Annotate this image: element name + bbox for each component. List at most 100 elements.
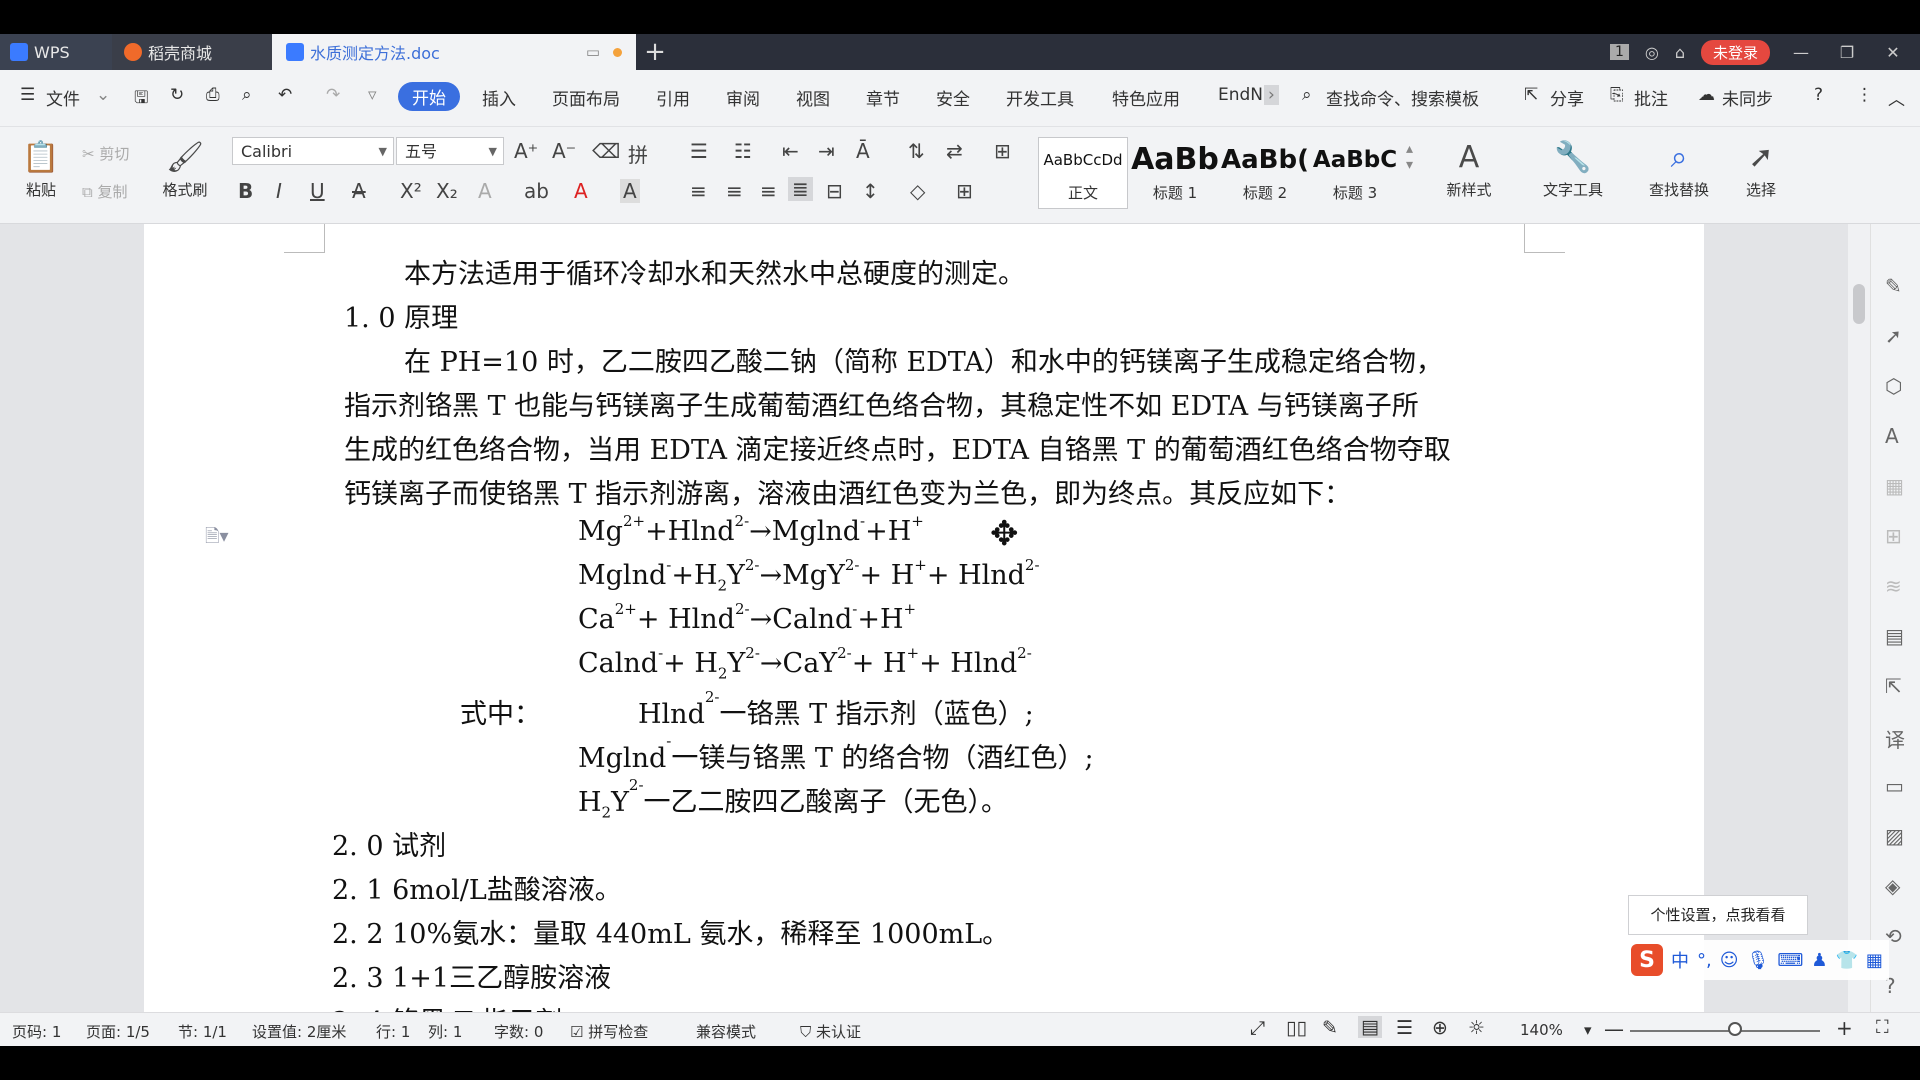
bullet-list-icon[interactable]: ☰ bbox=[690, 139, 708, 163]
image-icon[interactable]: ▨ bbox=[1885, 824, 1904, 848]
more-tabs-icon[interactable]: › bbox=[1264, 85, 1279, 105]
outline-view-icon[interactable]: ☰ bbox=[1396, 1017, 1413, 1039]
doc-tools-icon[interactable]: ▤ bbox=[1885, 624, 1904, 648]
style-normal[interactable]: AaBbCcDd 正文 bbox=[1038, 137, 1128, 209]
command-search[interactable]: 查找命令、搜索模板 bbox=[1326, 85, 1479, 110]
scroll-thumb[interactable] bbox=[1853, 284, 1865, 324]
numbered-list-icon[interactable]: ☷ bbox=[734, 139, 752, 163]
keyboard-icon[interactable]: ⌨ bbox=[1777, 950, 1803, 971]
eye-protect-icon[interactable]: ☼ bbox=[1468, 1017, 1485, 1039]
style-panel-icon[interactable]: A bbox=[1885, 424, 1899, 448]
web-view-icon[interactable]: ⊕ bbox=[1432, 1017, 1448, 1039]
microphone-icon[interactable]: 🎙 bbox=[1747, 950, 1770, 971]
sync-button[interactable]: 未同步 bbox=[1722, 85, 1773, 110]
menu-tab-endnote[interactable]: EndN bbox=[1218, 85, 1263, 105]
restore-icon[interactable]: ❐ bbox=[1832, 43, 1862, 62]
zoom-out-icon[interactable]: — bbox=[1604, 1017, 1624, 1041]
text-tools-button[interactable]: 🔧 文字工具 bbox=[1528, 137, 1618, 200]
styles-scroll-icon[interactable]: ▴ ▾ bbox=[1406, 141, 1413, 173]
text-effect-icon[interactable]: A bbox=[478, 179, 492, 203]
justify-icon[interactable]: ≣ bbox=[788, 177, 813, 201]
grid-icon[interactable]: ⊞ bbox=[1885, 524, 1902, 548]
copy-button[interactable]: ⧉ 复制 bbox=[82, 181, 128, 202]
subscript-icon[interactable]: X₂ bbox=[436, 179, 458, 203]
toolbox-icon[interactable]: ▦ bbox=[1866, 950, 1883, 971]
fit-page-icon[interactable]: ⛶ bbox=[1876, 1017, 1889, 1038]
undo-icon[interactable]: ↶ bbox=[278, 85, 292, 105]
strikethrough-icon[interactable]: A bbox=[352, 179, 366, 203]
increase-indent-icon[interactable]: ⇥ bbox=[818, 139, 835, 163]
line-break-icon[interactable]: ⇄ bbox=[946, 139, 963, 163]
menu-tab-view[interactable]: 视图 bbox=[796, 85, 830, 110]
menu-tab-security[interactable]: 安全 bbox=[936, 85, 970, 110]
skin-icon[interactable]: ◎ bbox=[1645, 43, 1659, 62]
decrease-indent-icon[interactable]: ⇤ bbox=[782, 139, 799, 163]
zoom-level[interactable]: 140% bbox=[1520, 1021, 1563, 1039]
menu-tab-review[interactable]: 审阅 bbox=[726, 85, 760, 110]
more-options-icon[interactable]: ⋮ bbox=[1856, 85, 1873, 105]
align-left-icon[interactable]: ≡ bbox=[690, 179, 707, 203]
fullscreen-icon[interactable]: ⤢ bbox=[1250, 1017, 1265, 1039]
reading-mode-icon[interactable]: ▯▯ bbox=[1286, 1017, 1307, 1039]
zoom-in-icon[interactable]: + bbox=[1836, 1016, 1853, 1040]
tab-document[interactable]: 水质测定方法.doc ▭ bbox=[272, 34, 636, 70]
pen-icon[interactable]: ✎ bbox=[1885, 274, 1902, 298]
table-icon[interactable]: ▦ bbox=[1885, 474, 1904, 498]
distribute-icon[interactable]: ⊟ bbox=[826, 179, 843, 203]
tab-wps[interactable]: WPS bbox=[0, 34, 118, 70]
punctuation-icon[interactable]: °, bbox=[1697, 950, 1712, 971]
paste-button[interactable]: 📋 粘贴 bbox=[6, 137, 76, 200]
superscript-icon[interactable]: X² bbox=[400, 179, 422, 203]
menu-tab-insert[interactable]: 插入 bbox=[482, 85, 516, 110]
skin-shirt-icon[interactable]: 👕 bbox=[1835, 950, 1857, 971]
status-page-code[interactable]: 页码: 1 bbox=[12, 1021, 61, 1042]
menu-file[interactable]: 文件 bbox=[46, 85, 80, 110]
find-replace-button[interactable]: ⌕ 查找替换 bbox=[1634, 137, 1724, 200]
user-icon[interactable]: ♟ bbox=[1811, 950, 1827, 971]
menu-tab-features[interactable]: 特色应用 bbox=[1112, 85, 1180, 110]
menu-tab-chapter[interactable]: 章节 bbox=[866, 85, 900, 110]
italic-icon[interactable]: I bbox=[276, 179, 282, 203]
export-icon[interactable]: ⇱ bbox=[1885, 674, 1902, 698]
print-icon[interactable]: ⎙ bbox=[206, 85, 220, 105]
spell-check-button[interactable]: ☑ 拼写检查 bbox=[570, 1021, 648, 1042]
sogou-logo-icon[interactable]: S bbox=[1631, 944, 1663, 976]
status-words[interactable]: 字数: 0 bbox=[494, 1021, 543, 1042]
underline-icon[interactable]: U bbox=[310, 179, 325, 203]
cut-button[interactable]: ✂ 剪切 bbox=[82, 143, 129, 164]
menu-tab-developer[interactable]: 开发工具 bbox=[1006, 85, 1074, 110]
emoji-icon[interactable]: ☺ bbox=[1720, 950, 1739, 971]
status-setting[interactable]: 设置值: 2厘米 bbox=[252, 1021, 346, 1042]
chevron-down-icon[interactable]: ⌄ bbox=[96, 85, 110, 105]
annotate-button[interactable]: 批注 bbox=[1634, 85, 1668, 110]
edit-mode-icon[interactable]: ✎ bbox=[1322, 1017, 1338, 1039]
tab-shop[interactable]: 稻壳商城 bbox=[112, 34, 274, 70]
text-direction-icon[interactable]: Ā bbox=[856, 139, 870, 163]
page-view-icon[interactable]: ▤ bbox=[1358, 1016, 1382, 1038]
redo-icon[interactable]: ↷ bbox=[326, 85, 340, 105]
print-preview-icon[interactable]: ⌕ bbox=[242, 85, 252, 105]
border-icon[interactable]: ⊞ bbox=[956, 179, 973, 203]
status-pages[interactable]: 页面: 1/5 bbox=[86, 1021, 150, 1042]
clear-format-icon[interactable]: ⌫ bbox=[592, 139, 620, 163]
phonetic-icon[interactable]: 拼 bbox=[628, 139, 648, 168]
font-color-icon[interactable]: A bbox=[574, 179, 588, 203]
settings-icon[interactable]: ≋ bbox=[1885, 574, 1902, 598]
save-icon[interactable]: 🖫 bbox=[134, 85, 148, 114]
status-row[interactable]: 行: 1 bbox=[376, 1021, 410, 1042]
increase-font-icon[interactable]: A⁺ bbox=[514, 139, 538, 163]
menu-tab-layout[interactable]: 页面布局 bbox=[552, 85, 620, 110]
highlight-icon[interactable]: ab bbox=[524, 179, 549, 203]
shading-icon[interactable]: ◇ bbox=[910, 179, 925, 203]
collapse-ribbon-icon[interactable]: ︿ bbox=[1888, 85, 1905, 110]
status-section[interactable]: 节: 1/1 bbox=[178, 1021, 227, 1042]
share-doc-icon[interactable]: ↻ bbox=[170, 85, 184, 105]
bold-icon[interactable]: B bbox=[238, 179, 253, 203]
decrease-font-icon[interactable]: A⁻ bbox=[552, 139, 576, 163]
char-shading-icon[interactable]: A bbox=[620, 179, 640, 203]
shirt-icon[interactable]: ⌂ bbox=[1675, 43, 1685, 62]
monitor-icon[interactable]: ▭ bbox=[586, 43, 600, 61]
close-icon[interactable]: ✕ bbox=[1878, 43, 1908, 62]
document-page[interactable]: 本方法适用于循环冷却水和天然水中总硬度的测定。 1. 0 原理 在 PH=10 … bbox=[144, 224, 1704, 1012]
vertical-scrollbar[interactable] bbox=[1848, 224, 1870, 1012]
